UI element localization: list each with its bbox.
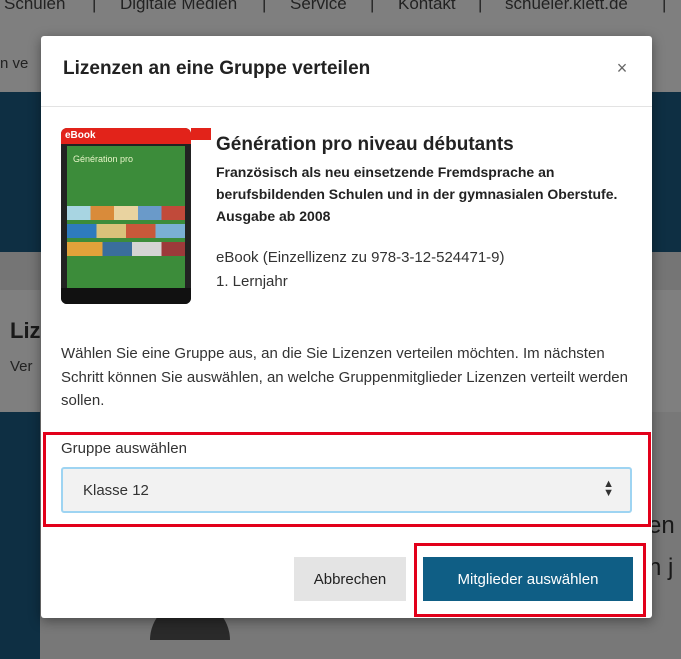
product-subtitle: Französisch als neu einsetzende Fremdspr… [216, 164, 618, 224]
license-info: eBook (Einzellizenz zu 978-3-12-524471-9… [216, 249, 505, 266]
cover-screen: Génération pro [67, 146, 185, 288]
brand-flag [191, 128, 211, 140]
cover-photo-strip [67, 224, 185, 238]
dialog-header: Lizenzen an eine Gruppe verteilen × [41, 36, 652, 107]
select-caret-icon: ▲ ▼ [603, 478, 614, 499]
cancel-button[interactable]: Abbrechen [294, 557, 406, 601]
cover-title: Génération pro [73, 154, 134, 164]
group-select[interactable]: Klasse 12 ▲ ▼ [61, 467, 632, 513]
dialog-title: Lizenzen an eine Gruppe verteilen [63, 58, 371, 79]
product-info: eBook (Einzellizenz zu 978-3-12-524471-9… [216, 246, 636, 294]
ebook-cover-image: eBook Génération pro [61, 128, 191, 304]
select-members-button[interactable]: Mitglieder auswählen [423, 557, 633, 601]
cover-photo-strip [67, 242, 185, 256]
learning-year: 1. Lernjahr [216, 273, 288, 290]
group-select-value: Klasse 12 [83, 482, 149, 499]
group-select-label: Gruppe auswählen [61, 440, 187, 457]
cover-photo-strip [67, 206, 185, 220]
cover-badge: eBook [65, 130, 96, 141]
close-icon[interactable]: × [610, 56, 634, 80]
instruction-text: Wählen Sie eine Gruppe aus, an die Sie L… [61, 345, 628, 409]
cover-frame-bottom [61, 288, 191, 304]
product-title: Génération pro niveau débutants [216, 134, 514, 155]
cover-badge-bar: eBook [61, 128, 191, 144]
license-distribution-dialog: Lizenzen an eine Gruppe verteilen × eBoo… [41, 36, 652, 618]
